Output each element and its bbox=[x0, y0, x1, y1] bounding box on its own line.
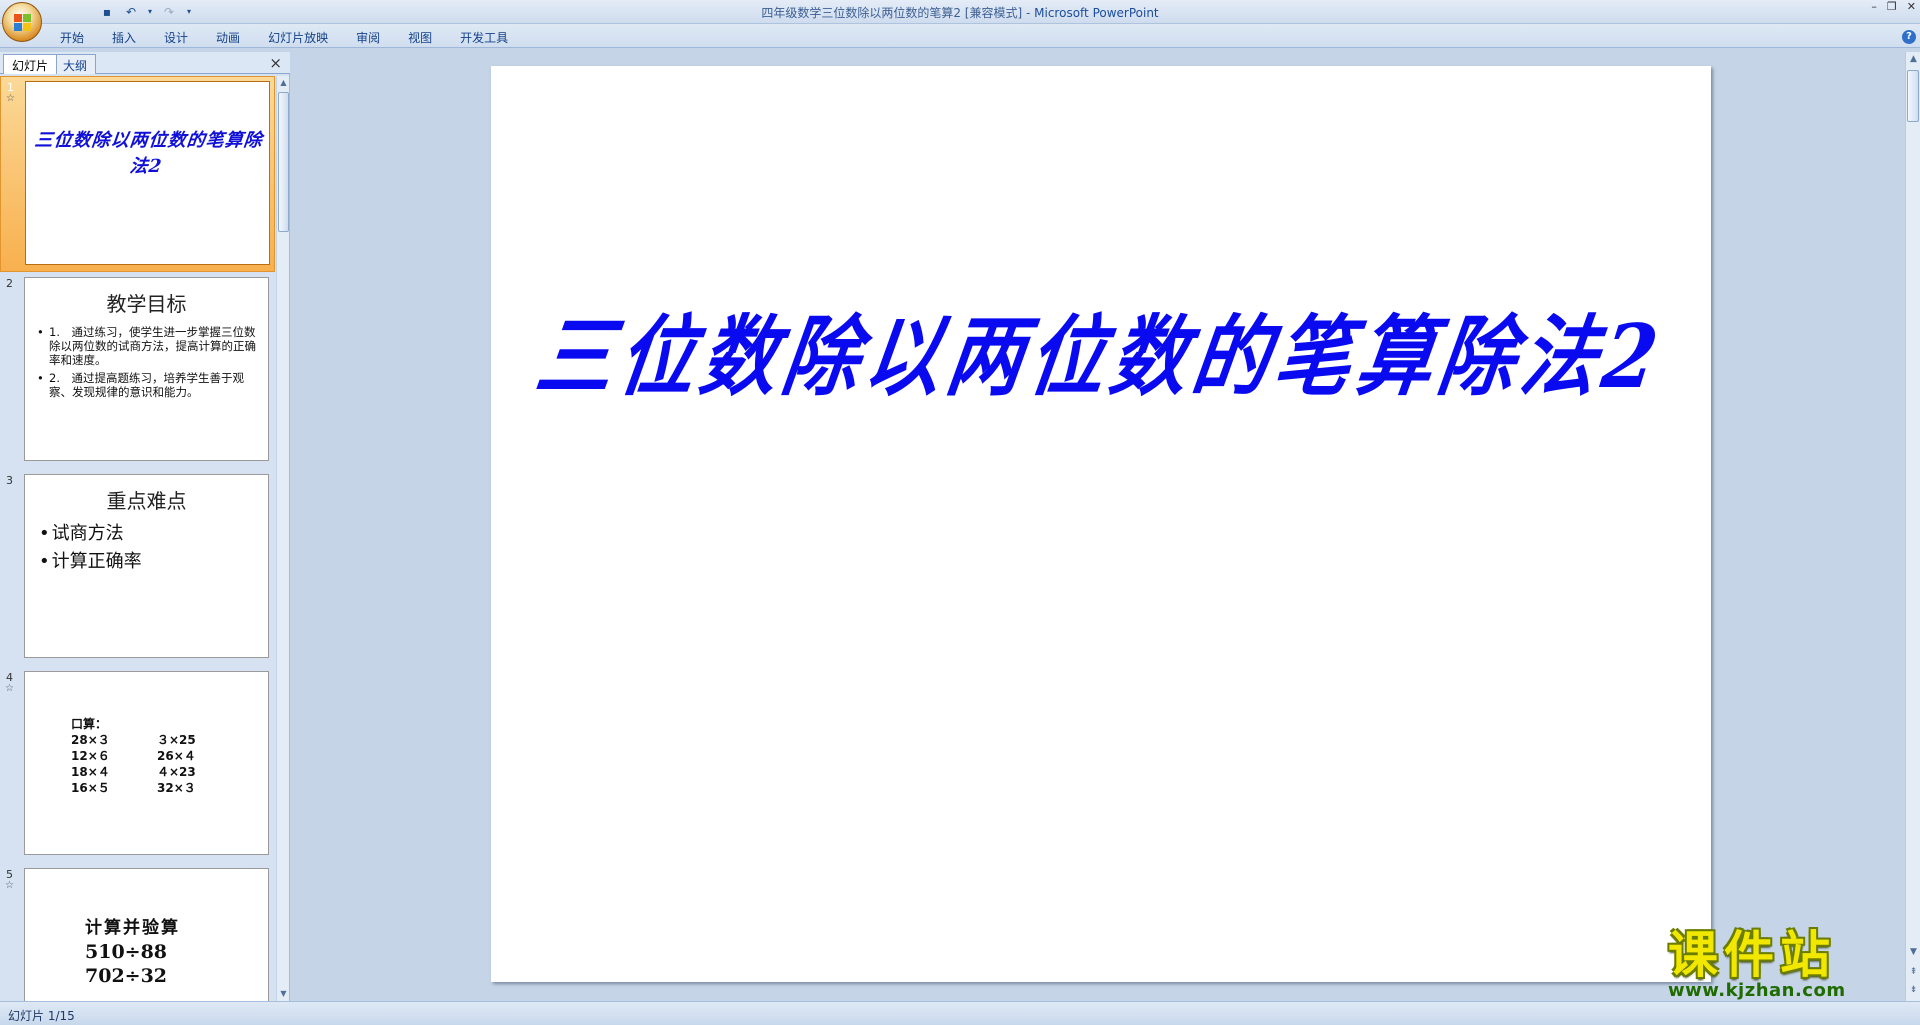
bullet-item: 2. 通过提高题练习，培养学生善于观察、发现规律的意识和能力。 bbox=[37, 371, 258, 399]
site-watermark: 课件站 www.kjzhan.com bbox=[1668, 926, 1904, 1001]
bullet-item: 计算正确率 bbox=[39, 548, 268, 576]
thumbnail-list: 1 ☆ 三位数除以两位数的笔算除法2 2 教学目标 1. 通过练习，使学生进一步… bbox=[0, 76, 275, 1001]
status-bar: 幻灯片 1/15 bbox=[0, 1001, 1920, 1025]
slide-thumbnail[interactable]: 三位数除以两位数的笔算除法2 bbox=[25, 81, 270, 265]
bullet-item: 1. 通过练习，使学生进一步掌握三位数除以两位数的试商方法，提高计算的正确率和速… bbox=[37, 325, 258, 367]
slide-title[interactable]: 三位数除以两位数的笔算除法2 bbox=[482, 286, 1720, 413]
close-pane-icon[interactable]: × bbox=[269, 54, 282, 72]
help-icon[interactable]: ? bbox=[1902, 30, 1916, 44]
title-separator: - bbox=[1022, 6, 1035, 20]
mental-math-label: 口算： bbox=[71, 717, 108, 731]
restore-button[interactable]: ❐ bbox=[1887, 0, 1897, 13]
animation-star-icon: ☆ bbox=[6, 93, 15, 104]
math-row: 28×３ ３×25 bbox=[71, 732, 268, 748]
bullet-item: 试商方法 bbox=[39, 520, 268, 548]
math-cell: ４×23 bbox=[157, 765, 196, 779]
watermark-text: 课件站 bbox=[1668, 926, 1836, 984]
thumbnail-row-4[interactable]: 4 ☆ 口算： 28×３ ３×25 12×６ 26×４ 18×４ ４×23 16×５ 3… bbox=[0, 667, 275, 863]
calc-block: 计算并验算 510÷88 702÷32 bbox=[85, 913, 268, 988]
math-cell: 28×３ bbox=[71, 733, 110, 747]
tab-animations[interactable]: 动画 bbox=[216, 29, 240, 46]
current-slide[interactable]: 三位数除以两位数的笔算除法2 bbox=[491, 66, 1711, 982]
calc-line: 702÷32 bbox=[85, 965, 168, 987]
animation-star-icon: ☆ bbox=[5, 683, 14, 694]
calc-line: 510÷88 bbox=[85, 941, 168, 963]
pane-tabs: 幻灯片 大纲 × bbox=[0, 52, 290, 74]
slide-counter: 幻灯片 1/15 bbox=[8, 1009, 75, 1023]
office-button[interactable] bbox=[2, 2, 42, 42]
watermark-url: www.kjzhan.com bbox=[1668, 980, 1846, 1001]
math-cell: 26×４ bbox=[157, 749, 196, 763]
math-row: 18×４ ４×23 bbox=[71, 764, 268, 780]
tab-review[interactable]: 审阅 bbox=[356, 29, 380, 46]
math-cell: 16×５ bbox=[71, 781, 110, 795]
scroll-up-icon[interactable]: ▲ bbox=[1906, 52, 1920, 66]
slide-thumbnail[interactable]: 重点难点 试商方法 计算正确率 bbox=[24, 474, 269, 658]
previous-slide-icon[interactable]: ⇞ bbox=[1906, 965, 1920, 979]
tab-home[interactable]: 开始 bbox=[60, 29, 84, 46]
mental-math-block: 口算： 28×３ ３×25 12×６ 26×４ 18×４ ４×23 16×５ 32×３ bbox=[71, 716, 268, 796]
tab-developer[interactable]: 开发工具 bbox=[460, 29, 508, 46]
ribbon-tabs: 开始 插入 设计 动画 幻灯片放映 审阅 视图 开发工具 bbox=[60, 29, 536, 46]
tab-outline[interactable]: 大纲 bbox=[54, 54, 97, 74]
thumbnail-heading: 教学目标 bbox=[106, 292, 187, 316]
window-controls: – ❐ ✕ bbox=[1871, 0, 1916, 13]
math-cell: 18×４ bbox=[71, 765, 110, 779]
thumbnail-row-5[interactable]: 5 ☆ 计算并验算 510÷88 702÷32 bbox=[0, 864, 275, 1001]
math-cell: ３×25 bbox=[157, 733, 196, 747]
document-title: 四年级数学三位数除以两位数的笔算2 [兼容模式] bbox=[761, 6, 1023, 20]
tab-slideshow[interactable]: 幻灯片放映 bbox=[268, 29, 328, 46]
thumbnail-title: 三位数除以两位数的笔算除法2 bbox=[33, 130, 264, 177]
scroll-thumb[interactable] bbox=[278, 92, 289, 232]
math-row: 12×６ 26×４ bbox=[71, 748, 268, 764]
window-title: 四年级数学三位数除以两位数的笔算2 [兼容模式] - Microsoft Pow… bbox=[0, 4, 1920, 21]
slides-pane: 幻灯片 大纲 × 1 ☆ 三位数除以两位数的笔算除法2 2 教学目标 1. 通过… bbox=[0, 52, 290, 1001]
tab-slides[interactable]: 幻灯片 bbox=[3, 54, 58, 74]
ribbon-tab-bar: 开始 插入 设计 动画 幻灯片放映 审阅 视图 开发工具 ? bbox=[0, 24, 1920, 48]
math-cell: 32×３ bbox=[157, 781, 196, 795]
tab-insert[interactable]: 插入 bbox=[112, 29, 136, 46]
next-slide-icon[interactable]: ⇟ bbox=[1906, 983, 1920, 997]
math-row: 16×５ 32×３ bbox=[71, 780, 268, 796]
thumbnail-row-1[interactable]: 1 ☆ 三位数除以两位数的笔算除法2 bbox=[0, 76, 275, 272]
title-bar: ▪ ↶ ▾ ↷ ▾ 四年级数学三位数除以两位数的笔算2 [兼容模式] - Mic… bbox=[0, 0, 1920, 42]
minimize-button[interactable]: – bbox=[1871, 0, 1877, 13]
thumbnail-heading: 重点难点 bbox=[106, 489, 187, 513]
app-name: Microsoft PowerPoint bbox=[1034, 6, 1159, 20]
tab-design[interactable]: 设计 bbox=[164, 29, 188, 46]
slide-number: 2 bbox=[6, 277, 13, 290]
scroll-up-icon[interactable]: ▲ bbox=[277, 76, 290, 90]
tab-view[interactable]: 视图 bbox=[408, 29, 432, 46]
animation-star-icon: ☆ bbox=[5, 880, 14, 891]
close-button[interactable]: ✕ bbox=[1907, 0, 1916, 13]
editor-scrollbar[interactable]: ▲ ▼ ⇞ ⇟ bbox=[1905, 52, 1920, 1001]
scroll-down-icon[interactable]: ▼ bbox=[1906, 945, 1920, 959]
slide-number: 3 bbox=[6, 474, 13, 487]
thumbnail-scrollbar[interactable]: ▲ ▼ bbox=[276, 76, 289, 1001]
scroll-down-icon[interactable]: ▼ bbox=[277, 987, 290, 1001]
slide-thumbnail[interactable]: 口算： 28×３ ３×25 12×６ 26×４ 18×４ ４×23 16×５ 32×３ bbox=[24, 671, 269, 855]
office-logo-icon bbox=[14, 14, 31, 31]
calc-heading: 计算并验算 bbox=[85, 918, 180, 938]
math-cell: 12×６ bbox=[71, 749, 110, 763]
slide-thumbnail[interactable]: 教学目标 1. 通过练习，使学生进一步掌握三位数除以两位数的试商方法，提高计算的… bbox=[24, 277, 269, 461]
scroll-thumb[interactable] bbox=[1907, 70, 1919, 122]
thumbnail-bullets: 试商方法 计算正确率 bbox=[39, 520, 268, 576]
slide-editor: 三位数除以两位数的笔算除法2 bbox=[295, 52, 1905, 1001]
thumbnail-row-3[interactable]: 3 重点难点 试商方法 计算正确率 bbox=[0, 470, 275, 666]
thumbnail-bullets: 1. 通过练习，使学生进一步掌握三位数除以两位数的试商方法，提高计算的正确率和速… bbox=[37, 325, 258, 399]
slide-thumbnail[interactable]: 计算并验算 510÷88 702÷32 bbox=[24, 868, 269, 1001]
thumbnail-row-2[interactable]: 2 教学目标 1. 通过练习，使学生进一步掌握三位数除以两位数的试商方法，提高计… bbox=[0, 273, 275, 469]
